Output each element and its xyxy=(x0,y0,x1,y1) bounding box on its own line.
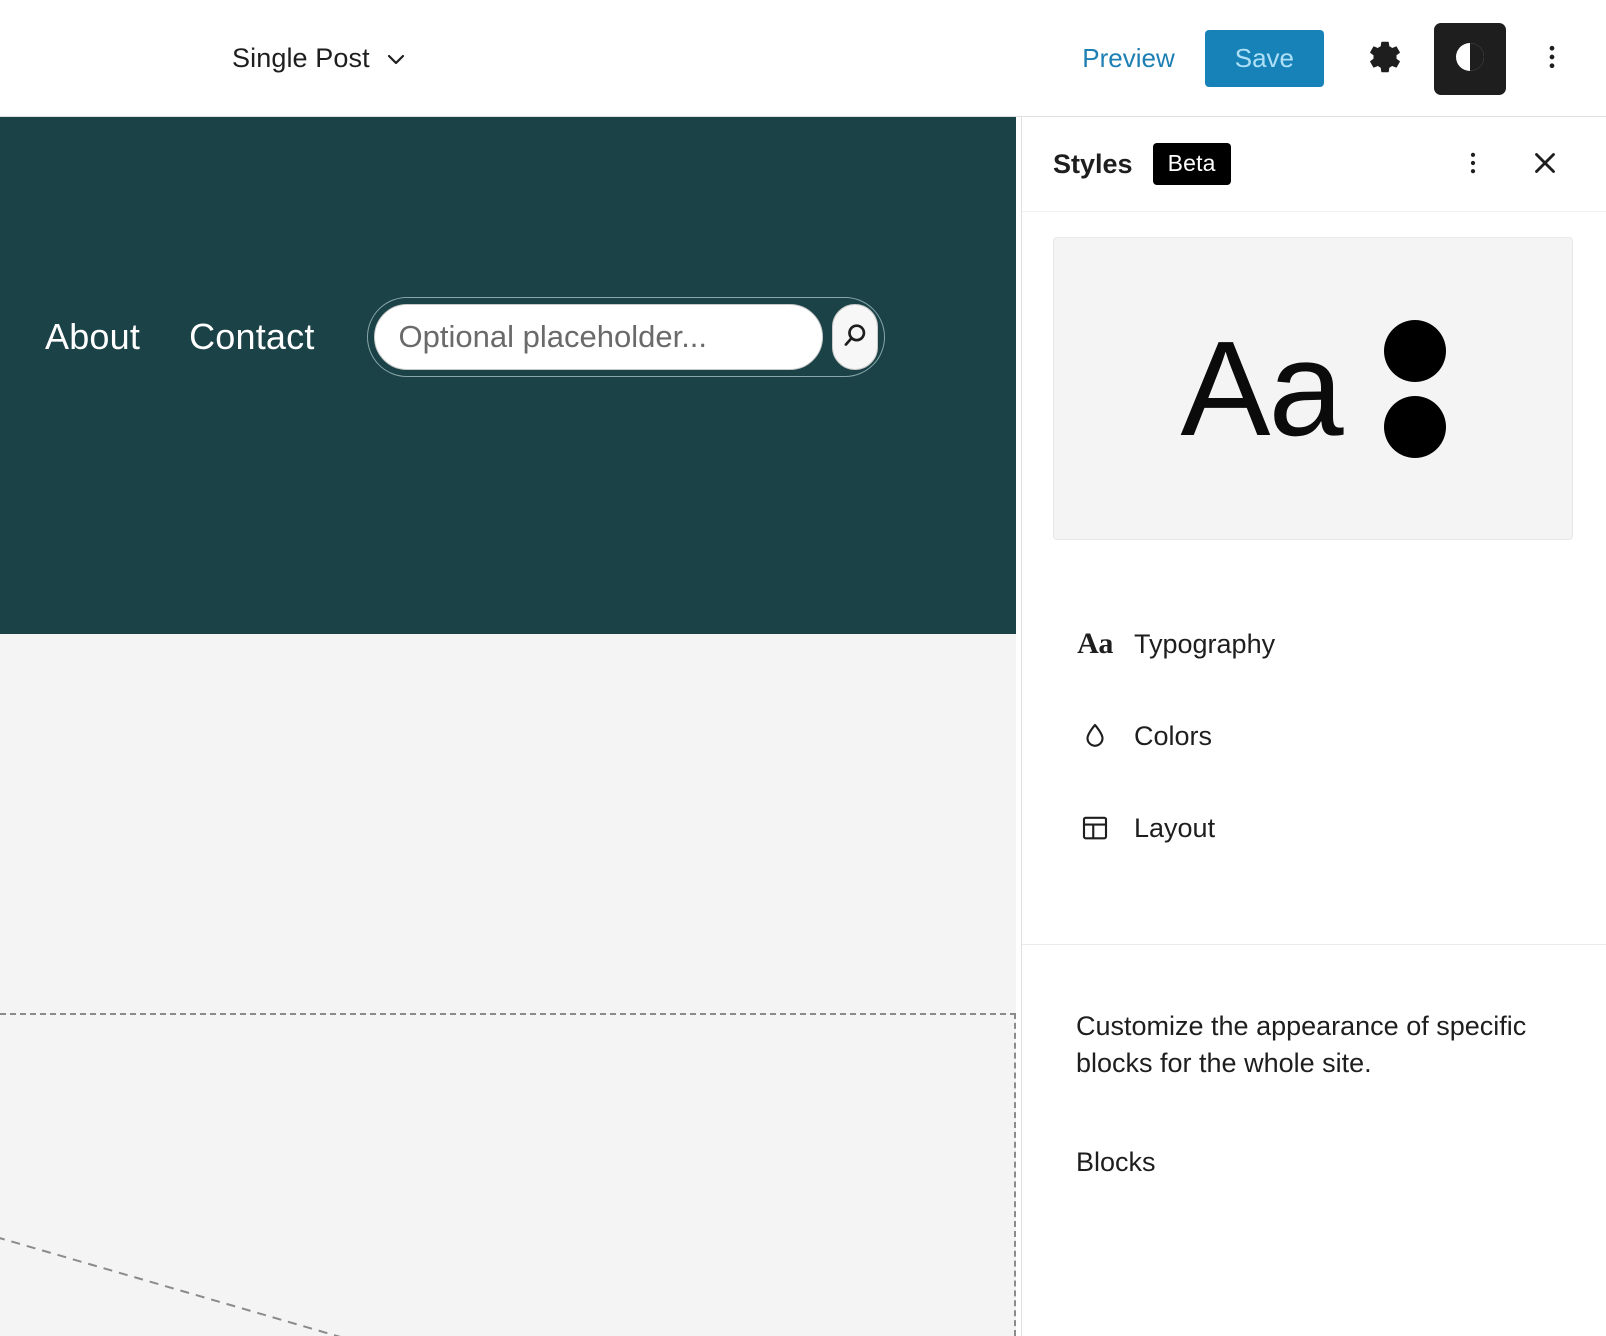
save-button[interactable]: Save xyxy=(1205,30,1324,88)
editor-canvas[interactable]: About Contact xyxy=(0,117,1016,1336)
blocks-link[interactable]: Blocks xyxy=(1076,1147,1156,1178)
swatch-dot xyxy=(1384,320,1446,382)
settings-button[interactable] xyxy=(1348,23,1420,95)
close-icon xyxy=(1528,146,1562,183)
nav-link-contact[interactable]: Contact xyxy=(189,316,314,358)
search-submit-button[interactable] xyxy=(832,304,878,370)
navigation-block[interactable]: About Contact xyxy=(0,297,1016,377)
block-boundary-vertical xyxy=(1014,1013,1016,1336)
styles-menu-label: Colors xyxy=(1134,721,1212,752)
beta-badge: Beta xyxy=(1153,143,1231,185)
blocks-description: Customize the appearance of specific blo… xyxy=(1076,1008,1550,1083)
document-title-dropdown[interactable]: Single Post xyxy=(232,0,408,117)
search-input[interactable] xyxy=(374,304,823,370)
nav-link-about[interactable]: About xyxy=(45,316,140,358)
more-vertical-icon xyxy=(1459,149,1487,180)
swatch-dot xyxy=(1384,396,1446,458)
more-vertical-icon xyxy=(1537,42,1567,75)
typography-icon: Aa xyxy=(1078,627,1112,661)
styles-sidebar: Styles Beta Aa xyxy=(1021,117,1606,1336)
block-boundary-horizontal xyxy=(0,1013,1016,1015)
site-header-block[interactable]: About Contact xyxy=(0,117,1016,634)
preview-button[interactable]: Preview xyxy=(1064,31,1192,86)
search-block[interactable] xyxy=(367,297,885,377)
search-icon xyxy=(838,319,872,356)
styles-menu-item-typography[interactable]: Aa Typography xyxy=(1053,598,1575,690)
styles-panel-header: Styles Beta xyxy=(1022,117,1606,212)
blocks-section: Customize the appearance of specific blo… xyxy=(1022,945,1606,1178)
panel-header-actions xyxy=(1442,133,1576,195)
layout-icon xyxy=(1078,811,1112,845)
style-preview-swatches xyxy=(1384,320,1446,458)
contrast-icon xyxy=(1450,37,1490,80)
gear-icon xyxy=(1366,39,1402,78)
panel-title: Styles xyxy=(1053,149,1133,180)
styles-menu-label: Layout xyxy=(1134,813,1215,844)
styles-menu-item-colors[interactable]: Colors xyxy=(1053,690,1575,782)
top-bar-actions: Preview Save xyxy=(1064,0,1606,117)
editor-top-bar: Single Post Preview Save xyxy=(0,0,1606,117)
style-preview-card[interactable]: Aa xyxy=(1053,237,1573,540)
close-styles-button[interactable] xyxy=(1514,133,1576,195)
styles-menu-label: Typography xyxy=(1134,629,1275,660)
styles-menu-list: Aa Typography Colors Layout xyxy=(1022,598,1606,874)
block-boundary-diagonal xyxy=(0,1013,1016,1336)
document-title: Single Post xyxy=(232,43,370,74)
chevron-down-icon xyxy=(384,47,408,71)
droplet-icon xyxy=(1078,719,1112,753)
styles-toggle-button[interactable] xyxy=(1434,23,1506,95)
styles-menu-item-layout[interactable]: Layout xyxy=(1053,782,1575,874)
styles-more-button[interactable] xyxy=(1442,133,1504,195)
style-preview-sample-text: Aa xyxy=(1180,321,1341,456)
more-options-button[interactable] xyxy=(1524,23,1580,95)
